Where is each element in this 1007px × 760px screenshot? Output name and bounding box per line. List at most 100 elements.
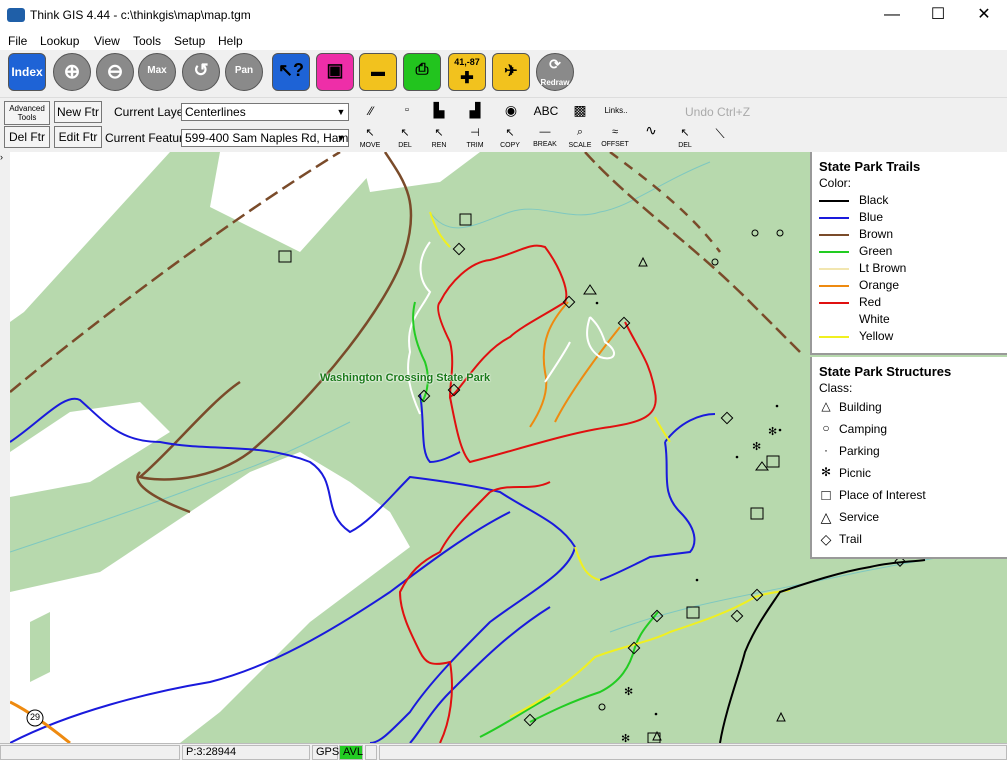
place-of-interest-marker[interactable] bbox=[459, 213, 472, 226]
edit-feature-button[interactable]: Edit Ftr bbox=[54, 126, 102, 148]
index-button[interactable]: Index bbox=[8, 53, 46, 91]
picnic-marker[interactable]: ✻ bbox=[624, 686, 633, 698]
delete-tool[interactable]: ↖ DEL bbox=[390, 126, 420, 149]
close-button[interactable]: ✕ bbox=[961, 0, 1007, 31]
picnic-marker[interactable]: ✻ bbox=[752, 441, 761, 453]
helicopter-button[interactable]: ✈ bbox=[492, 53, 530, 91]
trail-marker[interactable] bbox=[452, 242, 466, 256]
print-button[interactable]: ⎙ bbox=[403, 53, 441, 91]
coordinates-button[interactable]: 41,-87 ✚ bbox=[448, 53, 486, 91]
legend-swatch bbox=[819, 200, 849, 202]
chevron-down-icon: ▼ bbox=[336, 133, 346, 143]
building-marker[interactable] bbox=[638, 256, 648, 267]
legend-swatch bbox=[819, 336, 849, 338]
menu-setup[interactable]: Setup bbox=[174, 34, 205, 48]
trim-tool[interactable]: ⊣ TRIM bbox=[460, 126, 490, 149]
redraw-button[interactable]: ⟳ Redraw bbox=[536, 53, 574, 91]
menu-view[interactable]: View bbox=[94, 34, 120, 48]
break-tool[interactable]: — BREAK bbox=[530, 126, 560, 148]
image-icon[interactable]: ▩ bbox=[565, 102, 595, 119]
legend-swatch bbox=[819, 268, 849, 270]
zoom-out-button[interactable]: ⊖ bbox=[96, 53, 134, 91]
side-collapse-strip[interactable]: › bbox=[0, 152, 10, 743]
menu-help[interactable]: Help bbox=[218, 34, 243, 48]
copy-tool[interactable]: ↖ COPY bbox=[495, 126, 525, 149]
status-gps[interactable]: GPS bbox=[312, 745, 339, 760]
camping-marker[interactable] bbox=[598, 703, 606, 711]
legend-subtitle: Color: bbox=[819, 176, 852, 190]
parking-marker[interactable] bbox=[695, 578, 699, 582]
legend-title: State Park Structures bbox=[819, 364, 952, 379]
square-icon: □ bbox=[821, 487, 831, 504]
menu-file[interactable]: File bbox=[8, 34, 27, 48]
current-feature-select[interactable]: 599-400 Sam Naples Rd, Hami ▼ bbox=[181, 129, 349, 147]
draw-point-icon[interactable]: ▫ bbox=[392, 104, 422, 116]
parking-marker[interactable] bbox=[595, 301, 599, 305]
trail-brown bbox=[609, 152, 721, 253]
trail-blue bbox=[419, 393, 461, 464]
picnic-marker[interactable]: ✻ bbox=[621, 733, 630, 743]
maximize-button[interactable]: ☐ bbox=[915, 0, 961, 31]
current-layer-select[interactable]: Centerlines ▼ bbox=[181, 103, 349, 121]
service-marker[interactable] bbox=[755, 461, 769, 471]
trail-yellow bbox=[509, 589, 791, 718]
white-area bbox=[10, 452, 410, 743]
trail-marker[interactable] bbox=[730, 609, 744, 623]
draw-line-icon[interactable]: ⁄⁄ bbox=[356, 104, 386, 118]
compass-icon: ✚ bbox=[460, 70, 474, 87]
parking-marker[interactable] bbox=[735, 455, 739, 459]
menu-lookup[interactable]: Lookup bbox=[40, 34, 79, 48]
pan-button[interactable]: Pan bbox=[225, 53, 263, 91]
menu-bar: File Lookup View Tools Setup Help bbox=[0, 31, 1007, 50]
chevron-right-icon: › bbox=[0, 152, 3, 162]
draw-polygon-icon[interactable]: ▙ bbox=[424, 102, 454, 119]
minimize-button[interactable]: — bbox=[869, 0, 915, 31]
place-of-interest-marker[interactable] bbox=[750, 507, 764, 520]
picnic-marker[interactable]: ✻ bbox=[768, 426, 777, 438]
links-button[interactable]: Links.. bbox=[601, 106, 631, 115]
place-of-interest-marker[interactable] bbox=[766, 455, 780, 468]
parking-marker[interactable] bbox=[775, 404, 779, 408]
legend-swatch bbox=[819, 319, 849, 321]
camping-marker[interactable] bbox=[711, 258, 719, 266]
menu-tools[interactable]: Tools bbox=[133, 34, 161, 48]
trail-marker[interactable] bbox=[720, 411, 734, 425]
split-line-icon[interactable]: ⟍ bbox=[705, 126, 735, 142]
trail-brown bbox=[584, 152, 801, 353]
measure-button[interactable]: ▬ bbox=[359, 53, 397, 91]
zoom-previous-button[interactable]: ↺ bbox=[182, 53, 220, 91]
label-tool[interactable]: ABC bbox=[531, 104, 561, 118]
diamond-icon: ◇ bbox=[820, 531, 832, 547]
draw-parcel-icon[interactable]: ▟ bbox=[460, 102, 490, 119]
service-marker[interactable] bbox=[583, 284, 597, 295]
legend-swatch bbox=[819, 217, 849, 219]
zoom-in-icon: ⊕ bbox=[63, 61, 81, 83]
zoom-max-button[interactable]: Max bbox=[138, 53, 176, 91]
camping-marker[interactable] bbox=[751, 229, 759, 237]
identify-button[interactable]: ↖? bbox=[272, 53, 310, 91]
place-of-interest-marker[interactable] bbox=[686, 606, 700, 619]
zoom-in-button[interactable]: ⊕ bbox=[53, 53, 91, 91]
status-avl[interactable]: AVL bbox=[339, 745, 363, 760]
scale-tool[interactable]: ⌕ SCALE bbox=[565, 126, 595, 149]
undo-button[interactable]: Undo Ctrl+Z bbox=[685, 105, 750, 119]
smooth-line-icon[interactable]: ∿ bbox=[636, 122, 666, 139]
parking-marker[interactable] bbox=[778, 428, 782, 432]
current-feature-label: Current Feature bbox=[105, 131, 190, 145]
new-feature-button[interactable]: New Ftr bbox=[54, 101, 102, 123]
title-bar: Think GIS 4.44 - c:\thinkgis\map\map.tgm… bbox=[0, 0, 1007, 31]
camping-marker[interactable] bbox=[776, 229, 784, 237]
layers-button[interactable]: ▣ bbox=[316, 53, 354, 91]
trail-red bbox=[449, 321, 657, 464]
building-marker[interactable] bbox=[776, 711, 786, 722]
delete-feature-button[interactable]: Del Ftr bbox=[4, 126, 50, 148]
parking-marker[interactable] bbox=[654, 712, 658, 716]
rename-tool[interactable]: ↖ REN bbox=[424, 126, 454, 149]
stream-line bbox=[429, 161, 711, 229]
draw-circle-icon[interactable]: ◉ bbox=[496, 102, 526, 119]
status-cell-empty bbox=[379, 745, 1007, 760]
place-of-interest-marker[interactable] bbox=[278, 250, 292, 263]
offset-tool[interactable]: ≈ OFFSET bbox=[600, 126, 630, 148]
advanced-tools-button[interactable]: Advanced Tools bbox=[4, 101, 50, 125]
move-tool[interactable]: ↖ MOVE bbox=[355, 126, 385, 149]
